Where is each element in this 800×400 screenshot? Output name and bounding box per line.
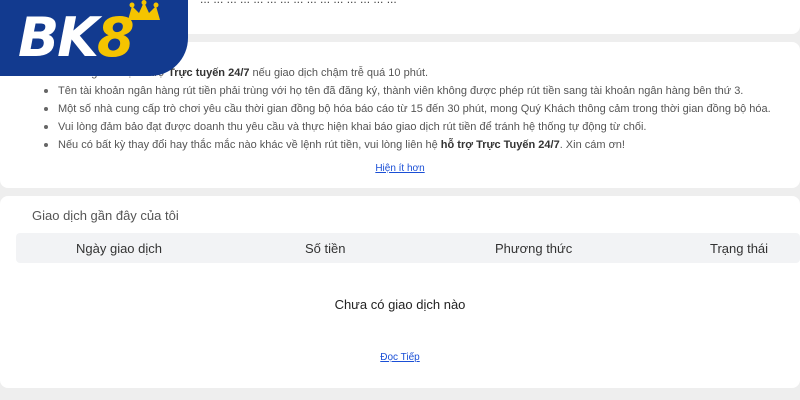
note-item: Một số nhà cung cấp trò chơi yêu cầu thờ… — [40, 100, 771, 118]
note-text: Nếu có bất kỳ thay đổi hay thắc mắc nào … — [58, 139, 441, 151]
cut-off-text: ... ... ... ... ... ... ... ... ... ... … — [200, 0, 397, 6]
note-item: Vui lòng đảm bảo đạt được doanh thu yêu … — [40, 118, 771, 136]
column-header-date: Ngày giao dịch — [76, 241, 162, 256]
bk8-logo[interactable]: BK8 — [0, 0, 188, 76]
note-text: Vui lòng đảm bảo đạt được doanh thu yêu … — [58, 121, 647, 133]
recent-transactions-card: Giao dịch gần đây của tôi Ngày giao dịch… — [0, 196, 800, 388]
note-text: . Xin cám ơn! — [559, 139, 625, 151]
note-bold: Trực tuyến 24/7 — [168, 67, 250, 79]
show-less-link[interactable]: Hiện ít hơn — [0, 163, 800, 174]
column-header-method: Phương thức — [495, 241, 573, 256]
column-header-amount: Số tiền — [305, 241, 346, 256]
logo-text-8: 8 — [97, 6, 135, 69]
logo-text-bk: BK — [18, 6, 99, 69]
read-more-link[interactable]: Đọc Tiếp — [0, 352, 800, 363]
logo-text: BK8 — [18, 6, 135, 70]
empty-state-message: Chưa có giao dịch nào — [334, 297, 466, 312]
note-item: Tên tài khoản ngân hàng rút tiền phải tr… — [40, 82, 771, 100]
table-header: Ngày giao dịch Số tiền Phương thức Trạng… — [16, 233, 800, 263]
note-bold: hỗ trợ Trực Tuyến 24/7 — [440, 139, 560, 151]
section-title: Giao dịch gần đây của tôi — [32, 208, 179, 223]
column-header-status: Trạng thái — [710, 241, 769, 256]
note-text: Một số nhà cung cấp trò chơi yêu cầu thờ… — [58, 103, 771, 115]
note-text: nếu giao dịch chậm trễ quá 10 phút. — [249, 67, 429, 79]
note-text: Tên tài khoản ngân hàng rút tiền phải tr… — [58, 85, 744, 97]
notes-list: Vui lòng liên hệ hỗ trợ Trực tuyến 24/7 … — [40, 64, 771, 154]
note-item: Nếu có bất kỳ thay đổi hay thắc mắc nào … — [40, 136, 771, 154]
